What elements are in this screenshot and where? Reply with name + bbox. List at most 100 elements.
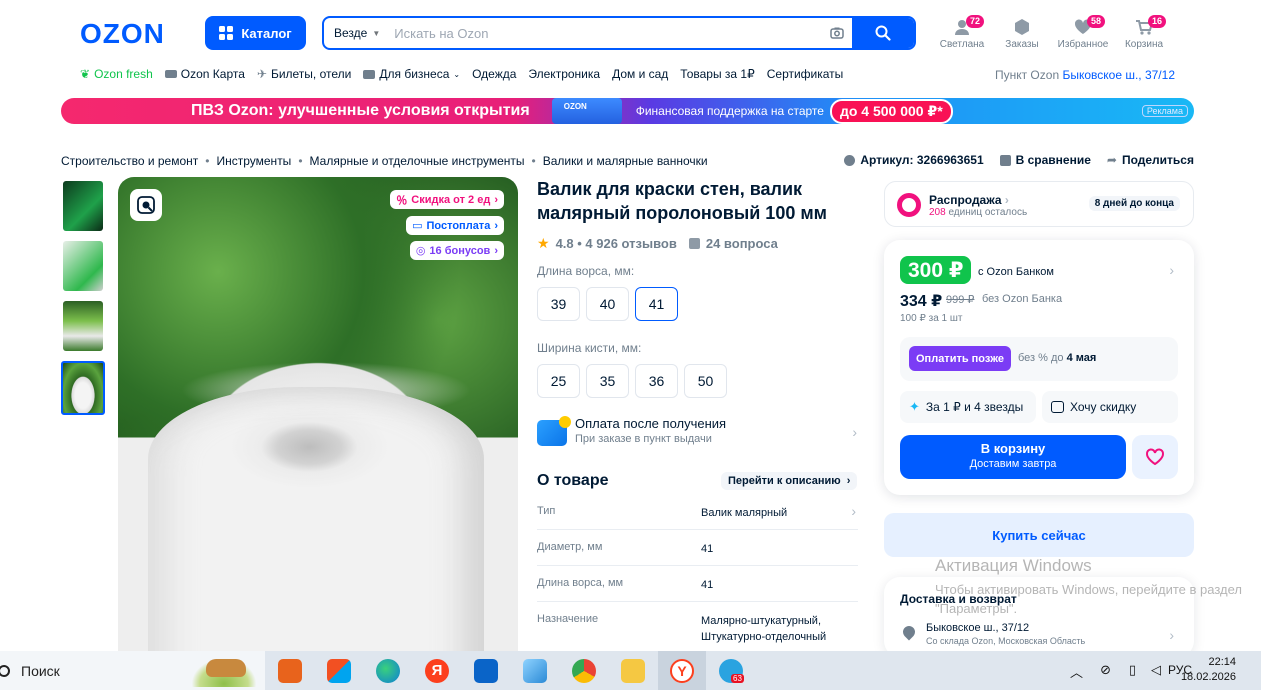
sale-days-left: 8 дней до конца: [1088, 196, 1180, 211]
thumbnail-image[interactable]: [63, 181, 103, 231]
pay-after-subtitle: При заказе в пункт выдачи: [575, 433, 712, 445]
pay-after-receipt[interactable]: Оплата после получения При заказе в пунк…: [537, 416, 857, 452]
want-discount-button[interactable]: Хочу скидку: [1042, 391, 1178, 423]
header-orders[interactable]: Заказы: [994, 18, 1050, 50]
pickup-point[interactable]: Пункт Ozon Быковское ш., 37/12: [995, 68, 1175, 82]
nav-tickets[interactable]: ✈ Билеты, отели: [257, 67, 351, 81]
catalog-button[interactable]: Каталог: [205, 16, 306, 50]
product-title: Валик для краски стен, валик малярный по…: [537, 179, 827, 223]
nav-business[interactable]: Для бизнеса ⌄: [363, 67, 460, 81]
sale-box[interactable]: Распродажа › 208 единиц осталось 8 дней …: [884, 181, 1194, 227]
delivery-date-label: Доставим завтра: [969, 458, 1057, 470]
spec-value: Малярно-штукатурный, Штукатурно-отделочн…: [701, 615, 827, 643]
chevron-right-icon: ›: [846, 475, 851, 487]
breadcrumb-item[interactable]: Валики и малярные ванночки: [543, 154, 708, 168]
sparkle-icon: ✦: [909, 399, 920, 414]
product-image[interactable]: ％ Скидка от 2 ед › ▭ Постоплата › ◎ 16 бонусо…: [118, 177, 518, 651]
delivery-address[interactable]: Быковское ш., 37/12: [926, 622, 1029, 634]
search-scope-select[interactable]: Везде ▼: [324, 18, 390, 48]
compare-button[interactable]: В сравнение: [999, 153, 1091, 167]
thumbnail-image[interactable]: [63, 301, 103, 351]
header-cart[interactable]: 16 Корзина: [1116, 15, 1172, 50]
nav-label: Ozon fresh: [94, 67, 153, 81]
article-number[interactable]: Артикул: 3266963651: [844, 153, 984, 167]
ozon-logo[interactable]: OZON: [80, 18, 165, 50]
favorite-button[interactable]: [1132, 435, 1178, 479]
postpay-tag[interactable]: ▭ Постоплата ›: [406, 216, 504, 235]
camera-icon[interactable]: [822, 27, 852, 39]
breadcrumb-item[interactable]: Инструменты: [216, 154, 291, 168]
buy-now-button[interactable]: Купить сейчас: [884, 513, 1194, 557]
pile-option[interactable]: 39: [537, 287, 580, 321]
share-button[interactable]: ➦ Поделиться: [1107, 153, 1194, 167]
nav-clothes[interactable]: Одежда: [472, 67, 516, 81]
search-button[interactable]: [852, 18, 914, 48]
yandex-app-icon[interactable]: Y: [670, 659, 694, 683]
promo-banner[interactable]: ПВЗ Ozon: улучшенные условия открытия Фи…: [61, 98, 1194, 124]
outlook-icon[interactable]: [474, 659, 498, 683]
nav-ozon-fresh[interactable]: ❦ Ozon fresh: [80, 67, 153, 81]
discount-tag-label: Скидка от 2 ед: [411, 193, 491, 206]
nav-home-garden[interactable]: Дом и сад: [612, 67, 668, 81]
nav-electronics[interactable]: Электроника: [528, 67, 600, 81]
width-option[interactable]: 50: [684, 364, 727, 398]
width-option[interactable]: 25: [537, 364, 580, 398]
microsoft-store-icon[interactable]: [327, 659, 351, 683]
top-nav: ❦ Ozon fresh Ozon Карта ✈ Билеты, отели Дл…: [80, 66, 843, 82]
share-icon: ➦: [1106, 153, 1117, 167]
spec-key: Длина ворса, мм: [537, 577, 624, 589]
pile-option[interactable]: 40: [586, 287, 629, 321]
chevron-right-icon[interactable]: ›: [1169, 262, 1174, 278]
chevron-right-icon[interactable]: ›: [1169, 627, 1174, 643]
search-input[interactable]: [390, 18, 822, 48]
yandex-browser-icon[interactable]: Я: [425, 659, 449, 683]
edge-browser-icon[interactable]: [376, 659, 400, 683]
notes-app-icon[interactable]: [523, 659, 547, 683]
chevron-up-icon[interactable]: ︿: [1070, 662, 1083, 681]
telegram-badge: 63: [731, 674, 744, 683]
file-explorer-icon[interactable]: [621, 659, 645, 683]
width-option[interactable]: 35: [586, 364, 629, 398]
breadcrumb-item[interactable]: Малярные и отделочные инструменты: [310, 154, 525, 168]
image-search-button[interactable]: [130, 189, 162, 221]
nav-ozon-card[interactable]: Ozon Карта: [164, 67, 245, 81]
battery-icon[interactable]: ▯: [1129, 662, 1136, 678]
go-to-description-link[interactable]: Перейти к описанию ›: [721, 472, 858, 490]
breadcrumb: Строительство и ремонт • Инструменты • Мал…: [61, 154, 708, 168]
pay-later-button[interactable]: Оплатить позже: [909, 346, 1011, 371]
breadcrumb-item[interactable]: Строительство и ремонт: [61, 154, 198, 168]
bonus-tag-label: 16 бонусов: [429, 244, 491, 257]
telegram-icon[interactable]: 63: [719, 659, 744, 683]
rating-row[interactable]: ★ 4.8 • 4 926 отзывов 24 вопроса: [537, 235, 778, 252]
discount-tag[interactable]: ％ Скидка от 2 ед ›: [390, 190, 504, 209]
compare-icon: [999, 154, 1011, 166]
thumbnail-image-selected[interactable]: [61, 361, 105, 415]
star-icon: ★: [537, 235, 550, 251]
header-profile[interactable]: 72 Светлана: [934, 15, 990, 50]
clock[interactable]: 22:14 18.02.2026: [1181, 655, 1236, 685]
foam-roller-photo: [148, 387, 484, 651]
chevron-right-icon[interactable]: ›: [851, 503, 856, 519]
go-to-description-label: Перейти к описанию: [728, 475, 841, 487]
taskbar-search[interactable]: Поиск: [0, 651, 265, 690]
nav-certificates[interactable]: Сертификаты: [767, 67, 844, 81]
lens-icon: [137, 196, 155, 214]
box-illustration: [551, 98, 622, 124]
compare-label: В сравнение: [1015, 153, 1091, 167]
pay-later-row: Оплатить позже без % до 4 мая: [900, 337, 1178, 381]
one-ruble-offer-button[interactable]: ✦ За 1 ₽ и 4 звезды: [900, 391, 1036, 423]
orders-label: Заказы: [1005, 39, 1039, 50]
bonus-tag[interactable]: ◎ 16 бонусов ›: [409, 241, 504, 260]
nav-one-ruble[interactable]: Товары за 1₽: [680, 67, 754, 81]
add-to-cart-label: В корзину: [980, 441, 1046, 456]
chrome-icon[interactable]: [572, 659, 596, 683]
pile-option-selected[interactable]: 41: [635, 287, 678, 321]
breadcrumb-separator: •: [205, 154, 210, 168]
width-option[interactable]: 36: [635, 364, 678, 398]
volume-icon[interactable]: ◁: [1151, 662, 1161, 678]
thumbnail-image[interactable]: [63, 241, 103, 291]
header-favorites[interactable]: 58 Избранное: [1055, 15, 1111, 50]
media-player-icon[interactable]: [278, 659, 302, 683]
add-to-cart-button[interactable]: В корзину Доставим завтра: [900, 435, 1126, 479]
network-off-icon[interactable]: ⊘: [1100, 662, 1111, 678]
